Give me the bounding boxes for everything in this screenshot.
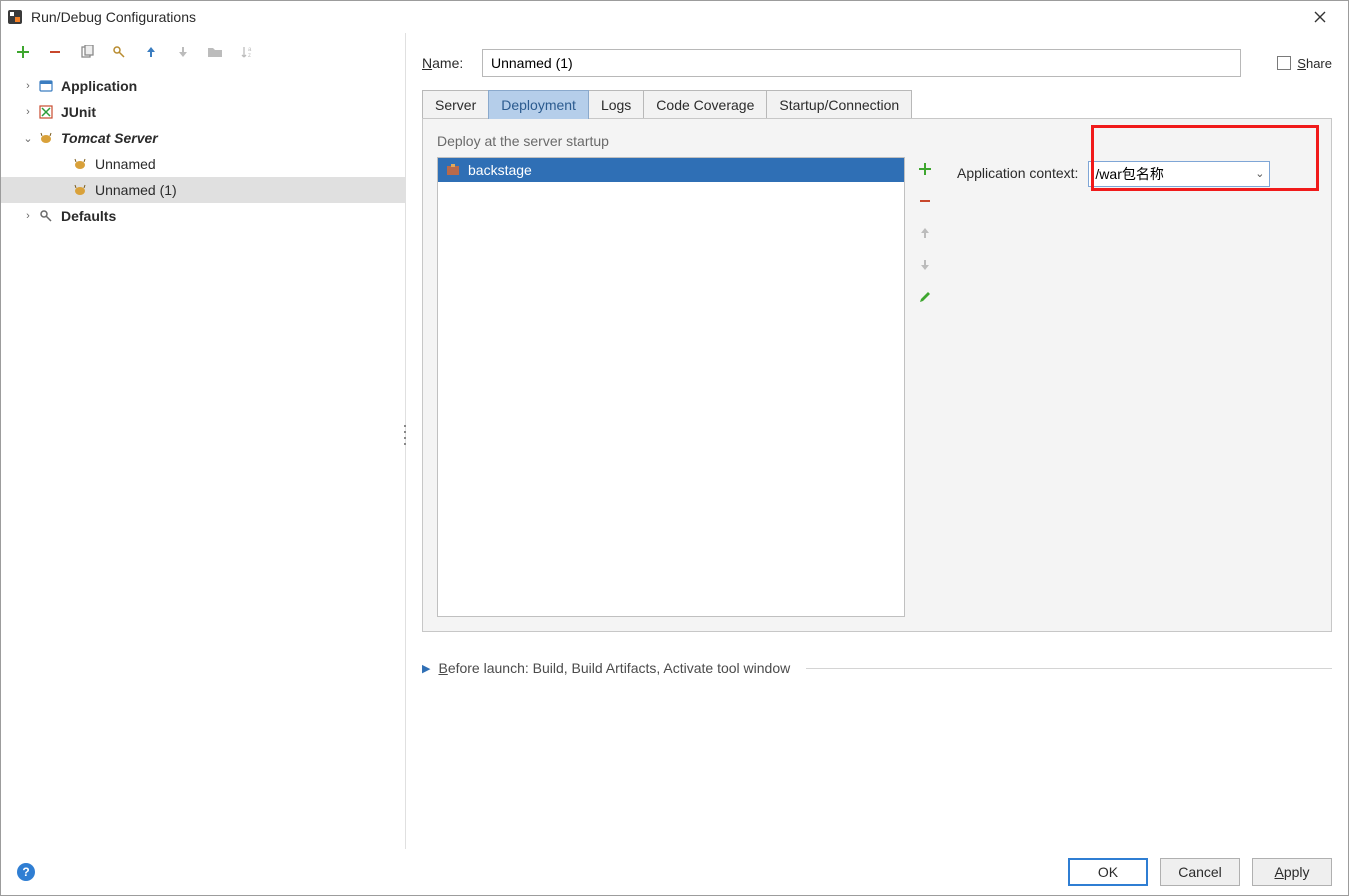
ok-button[interactable]: OK [1068,858,1148,886]
tree-label: Unnamed [95,156,156,172]
deploy-list[interactable]: backstage [437,157,905,617]
add-icon[interactable] [13,42,33,62]
chevron-right-icon: › [21,106,35,118]
folder-icon [205,42,225,62]
tomcat-icon [71,182,89,198]
tab-server[interactable]: Server [422,90,489,119]
divider [806,668,1332,669]
wrench-icon[interactable] [109,42,129,62]
artifact-icon [446,163,460,177]
chevron-right-icon[interactable]: ▶ [422,662,430,675]
down-arrow-icon [173,42,193,62]
deployment-panel: Deploy at the server startup backstage [422,118,1332,632]
tree-item-unnamed-1[interactable]: Unnamed (1) [1,177,405,203]
window-title: Run/Debug Configurations [31,9,1300,25]
deploy-section-label: Deploy at the server startup [437,133,1317,149]
remove-icon[interactable] [45,42,65,62]
copy-icon[interactable] [77,42,97,62]
tree-label: Defaults [61,208,116,224]
chevron-right-icon: › [21,210,35,222]
cancel-button[interactable]: Cancel [1160,858,1240,886]
down-arrow-icon [915,255,935,275]
tab-startup-connection[interactable]: Startup/Connection [766,90,912,119]
splitter-handle[interactable] [401,421,409,461]
share-checkbox[interactable]: Share [1277,56,1332,71]
tree-item-junit[interactable]: › JUnit [1,99,405,125]
tree-item-application[interactable]: › Application [1,73,405,99]
junit-icon [37,104,55,120]
share-label: Share [1297,56,1332,71]
sort-az-icon: az [237,42,257,62]
application-context-label: Application context: [957,161,1078,181]
tab-deployment[interactable]: Deployment [488,90,589,119]
close-button[interactable] [1300,3,1340,31]
tree-label: Application [61,78,137,94]
configuration-tree[interactable]: › Application › JUnit ⌄ Tomcat Server Un… [1,71,405,849]
edit-pencil-icon[interactable] [915,287,935,307]
checkbox-icon [1277,56,1291,70]
deploy-item-label: backstage [468,162,532,178]
apply-button[interactable]: Apply [1252,858,1332,886]
tree-item-defaults[interactable]: › Defaults [1,203,405,229]
tomcat-icon [37,130,55,146]
tab-code-coverage[interactable]: Code Coverage [643,90,767,119]
up-arrow-icon [915,223,935,243]
svg-text:z: z [248,53,251,59]
name-input[interactable] [482,49,1241,77]
tree-item-unnamed[interactable]: Unnamed [1,151,405,177]
application-icon [37,78,55,94]
help-icon[interactable]: ? [17,863,35,881]
tree-label: Unnamed (1) [95,182,177,198]
application-context-input[interactable] [1088,161,1270,187]
deploy-list-item[interactable]: backstage [438,158,904,182]
tomcat-icon [71,156,89,172]
add-icon[interactable] [915,159,935,179]
tree-label: Tomcat Server [61,130,158,146]
left-toolbar: az [1,33,405,71]
tree-label: JUnit [61,104,96,120]
tab-logs[interactable]: Logs [588,90,644,119]
remove-icon[interactable] [915,191,935,211]
tab-row: Server Deployment Logs Code Coverage Sta… [406,85,1348,118]
chevron-down-icon: ⌄ [21,132,35,145]
deploy-side-toolbar [911,157,939,617]
app-icon [7,9,23,25]
before-launch-label[interactable]: Before launch: Build, Build Artifacts, A… [438,660,790,676]
tree-item-tomcat-server[interactable]: ⌄ Tomcat Server [1,125,405,151]
name-label: Name: [422,55,470,71]
up-arrow-icon[interactable] [141,42,161,62]
chevron-right-icon: › [21,80,35,92]
wrench-icon [37,208,55,224]
